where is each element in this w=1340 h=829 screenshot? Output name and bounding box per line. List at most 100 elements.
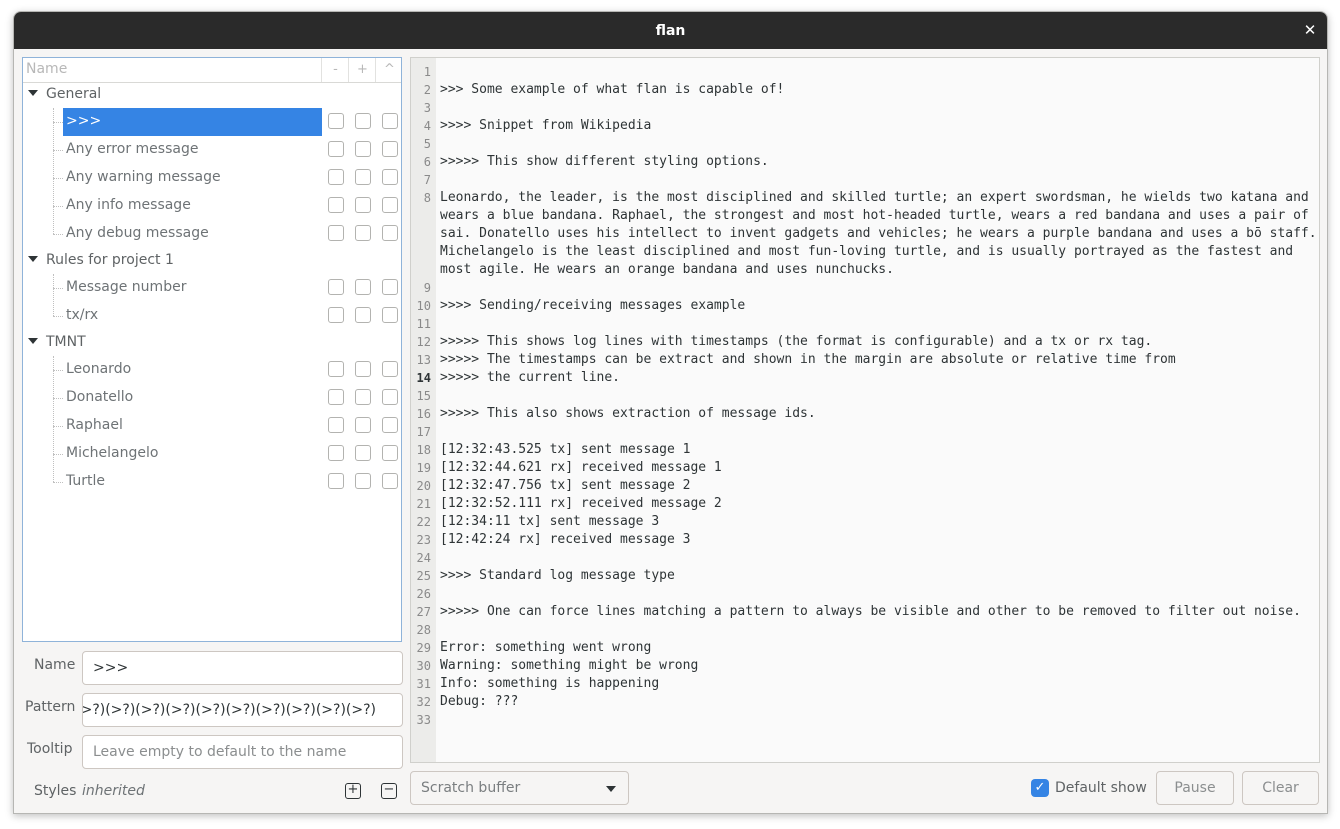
line-text: >>>>> This show different styling option… <box>440 154 769 169</box>
priority-checkbox[interactable] <box>382 417 398 433</box>
pattern-value: >>>)(>?)(>?)(>?)(>?)(>?)(>?)(>?)(>?)(>?)… <box>82 702 376 718</box>
hide-checkbox[interactable] <box>328 279 344 295</box>
show-checkbox[interactable] <box>355 389 371 405</box>
tree-rule-row[interactable]: >>> <box>23 108 401 136</box>
text-line: 16 >>>>> This also shows extraction of me… <box>411 405 1319 423</box>
name-field[interactable]: >>> <box>82 651 403 685</box>
show-checkbox[interactable] <box>355 197 371 213</box>
text-line: wears a blue bandana. Raphael, the stron… <box>411 207 1319 225</box>
tree-rule-label: Any info message <box>66 197 191 213</box>
tree-guide-line <box>53 398 63 399</box>
tree-rule-row[interactable]: Any debug message <box>23 220 401 248</box>
show-checkbox[interactable] <box>355 279 371 295</box>
tree-header-add-col[interactable]: + <box>348 58 376 82</box>
tree-rule-row[interactable]: tx/rx <box>23 302 401 330</box>
text-line: 31 Info: something is happening <box>411 675 1319 693</box>
text-line: 23 [12:42:24 rx] received message 3 <box>411 531 1319 549</box>
clear-button[interactable]: Clear <box>1242 771 1319 805</box>
hide-checkbox[interactable] <box>328 113 344 129</box>
tooltip-label: Tooltip <box>27 741 73 757</box>
show-checkbox[interactable] <box>355 225 371 241</box>
priority-checkbox[interactable] <box>382 473 398 489</box>
buffer-select[interactable]: Scratch buffer <box>410 771 629 805</box>
expander-arrow-icon[interactable] <box>28 90 38 96</box>
text-line: 28 <box>411 621 1319 639</box>
default-show-checkbox[interactable]: ✓ <box>1031 779 1049 797</box>
priority-checkbox[interactable] <box>382 389 398 405</box>
hide-checkbox[interactable] <box>328 361 344 377</box>
show-checkbox[interactable] <box>355 361 371 377</box>
tree-rule-label: Leonardo <box>66 361 132 377</box>
text-line: 8 Leonardo, the leader, is the most disci… <box>411 189 1319 207</box>
text-line: 3 <box>411 99 1319 117</box>
expander-arrow-icon[interactable] <box>28 256 38 262</box>
priority-checkbox[interactable] <box>382 141 398 157</box>
title-bar: flan ✕ <box>14 12 1327 49</box>
tooltip-field[interactable]: Leave empty to default to the name <box>82 735 403 769</box>
tree-group[interactable]: General <box>23 82 401 108</box>
add-style-icon[interactable]: + <box>345 783 361 799</box>
priority-checkbox[interactable] <box>382 113 398 129</box>
tree-rule-row[interactable]: Message number <box>23 274 401 302</box>
tree-group[interactable]: Rules for project 1 <box>23 248 401 274</box>
default-show-label[interactable]: Default show <box>1055 780 1147 796</box>
show-checkbox[interactable] <box>355 307 371 323</box>
show-checkbox[interactable] <box>355 445 371 461</box>
priority-checkbox[interactable] <box>382 197 398 213</box>
text-line: 24 <box>411 549 1319 567</box>
show-checkbox[interactable] <box>355 169 371 185</box>
pattern-field[interactable]: >>>)(>?)(>?)(>?)(>?)(>?)(>?)(>?)(>?)(>?)… <box>82 693 403 727</box>
tree-rule-row[interactable]: Any error message <box>23 136 401 164</box>
tree-rule-row[interactable]: Any info message <box>23 192 401 220</box>
line-number: 27 <box>416 605 431 619</box>
line-number: 16 <box>416 407 431 421</box>
expander-arrow-icon[interactable] <box>28 338 38 344</box>
tree-group-label: TMNT <box>46 334 86 350</box>
pause-button[interactable]: Pause <box>1156 771 1234 805</box>
hide-checkbox[interactable] <box>328 225 344 241</box>
text-line: Michelangelo is the least disciplined an… <box>411 243 1319 261</box>
hide-checkbox[interactable] <box>328 197 344 213</box>
tree-header-remove-col[interactable]: - <box>321 58 349 82</box>
line-text: >>>> Sending/receiving messages example <box>440 298 746 313</box>
hide-checkbox[interactable] <box>328 417 344 433</box>
text-line: 2 >>> Some example of what flan is capabl… <box>411 81 1319 99</box>
tree-group[interactable]: TMNT <box>23 330 401 356</box>
tree-rule-row[interactable]: Turtle <box>23 468 401 496</box>
selection-highlight <box>63 108 322 136</box>
tree-header-name[interactable]: Name <box>26 61 67 77</box>
remove-style-icon[interactable]: − <box>381 783 397 799</box>
close-icon[interactable]: ✕ <box>1301 21 1319 39</box>
text-line: sai. Donatello uses his intellect to inv… <box>411 225 1319 243</box>
show-checkbox[interactable] <box>355 141 371 157</box>
tree-guide-line <box>53 206 63 207</box>
hide-checkbox[interactable] <box>328 445 344 461</box>
tree-rule-row[interactable]: Donatello <box>23 384 401 412</box>
log-text-view[interactable]: 1 2 >>> Some example of what flan is capab… <box>410 57 1320 763</box>
tree-guide-line <box>53 482 63 483</box>
priority-checkbox[interactable] <box>382 225 398 241</box>
hide-checkbox[interactable] <box>328 473 344 489</box>
show-checkbox[interactable] <box>355 113 371 129</box>
show-checkbox[interactable] <box>355 417 371 433</box>
hide-checkbox[interactable] <box>328 307 344 323</box>
tree-rule-row[interactable]: Raphael <box>23 412 401 440</box>
tree-rule-row[interactable]: Leonardo <box>23 356 401 384</box>
text-line: 21 [12:32:52.111 rx] received message 2 <box>411 495 1319 513</box>
tree-guide-line <box>53 454 63 455</box>
line-text: >>>>> This also shows extraction of mess… <box>440 406 816 421</box>
hide-checkbox[interactable] <box>328 141 344 157</box>
priority-checkbox[interactable] <box>382 169 398 185</box>
priority-checkbox[interactable] <box>382 445 398 461</box>
priority-checkbox[interactable] <box>382 307 398 323</box>
priority-checkbox[interactable] <box>382 279 398 295</box>
line-number: 24 <box>416 551 431 565</box>
tree-header-up-col[interactable]: ^ <box>375 58 403 82</box>
show-checkbox[interactable] <box>355 473 371 489</box>
hide-checkbox[interactable] <box>328 169 344 185</box>
hide-checkbox[interactable] <box>328 389 344 405</box>
tree-rule-row[interactable]: Michelangelo <box>23 440 401 468</box>
priority-checkbox[interactable] <box>382 361 398 377</box>
line-number: 14 <box>416 371 431 385</box>
tree-rule-row[interactable]: Any warning message <box>23 164 401 192</box>
